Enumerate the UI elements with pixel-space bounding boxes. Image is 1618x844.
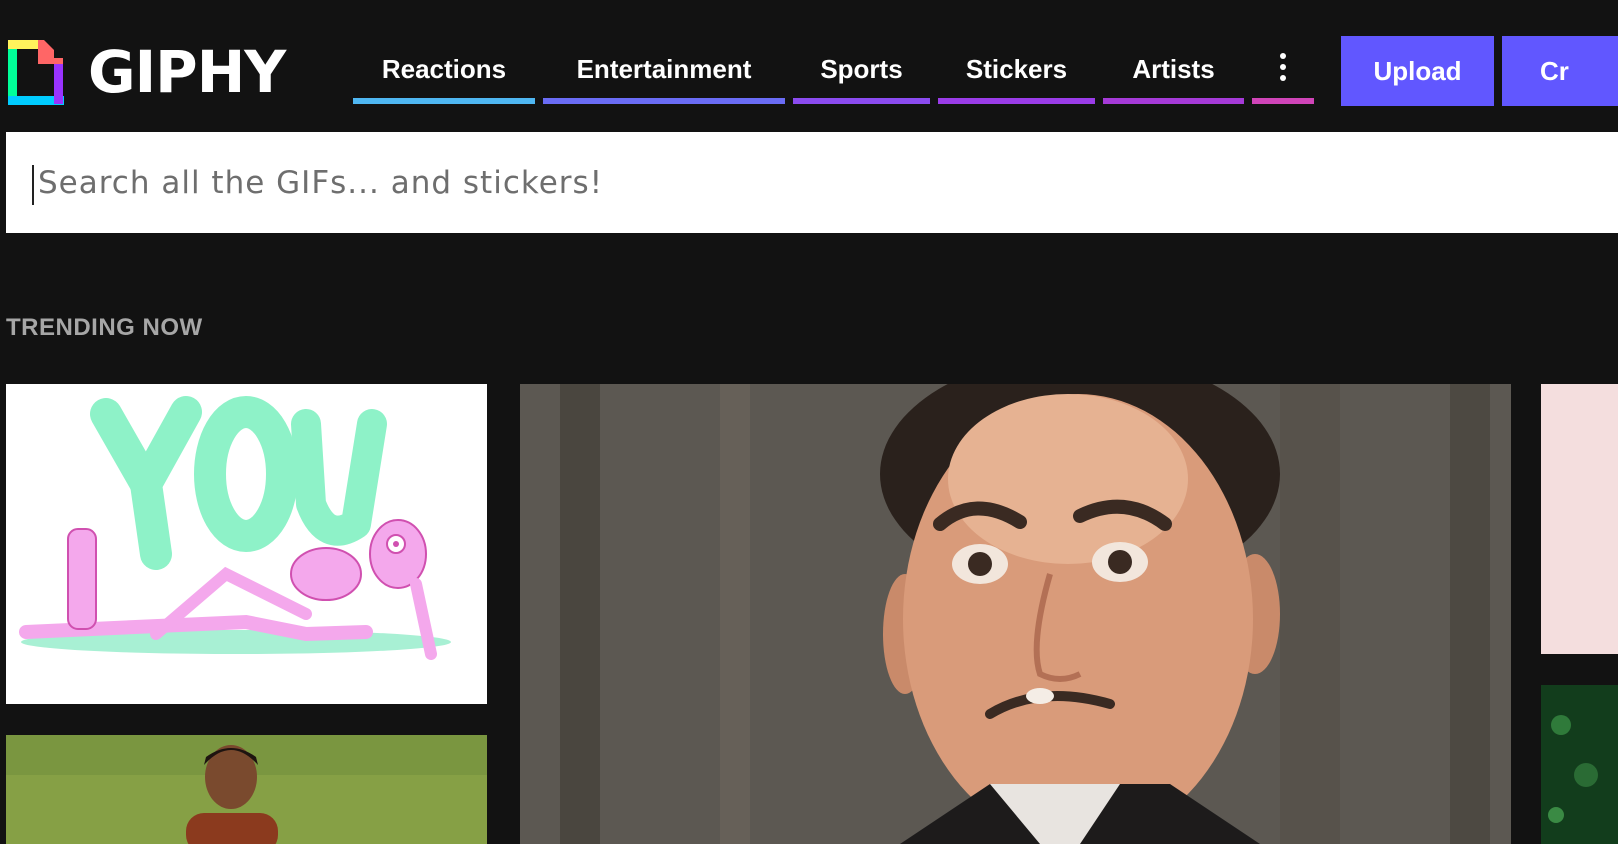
create-button[interactable]: Cr (1502, 36, 1618, 106)
gif-tile-right-partial[interactable] (1541, 384, 1618, 654)
gif-image (520, 384, 1511, 844)
nav-item-reactions[interactable]: Reactions (353, 36, 535, 106)
gif-tile-right-partial-2[interactable] (1541, 685, 1618, 844)
nav-underline (353, 98, 535, 104)
nav-underline (938, 98, 1095, 104)
nav-more-button[interactable] (1252, 36, 1314, 106)
nav-item-sports[interactable]: Sports (793, 36, 930, 106)
nav-underline (1103, 98, 1244, 104)
gif-tile-soccer-player[interactable] (6, 735, 487, 844)
nav-item-label: Entertainment (576, 53, 752, 84)
site-header: GIPHY Reactions Entertainment Sports Sti… (0, 0, 1618, 110)
upload-button[interactable]: Upload (1341, 36, 1494, 106)
nav-underline (1252, 98, 1314, 104)
gif-image (6, 384, 487, 704)
trending-section-title: TRENDING NOW (6, 314, 203, 341)
nav-underline (793, 98, 930, 104)
nav-underline (543, 98, 785, 104)
gif-tile-surprised-man[interactable] (520, 384, 1511, 844)
more-vertical-icon (1280, 53, 1286, 89)
text-cursor (32, 165, 34, 205)
create-button-label: Cr (1540, 55, 1569, 86)
nav-item-label: Sports (820, 53, 903, 84)
nav-item-label: Reactions (381, 53, 507, 84)
gif-tile-you-cartoon[interactable] (6, 384, 487, 704)
nav-item-artists[interactable]: Artists (1103, 36, 1244, 106)
nav-item-label: Artists (1132, 53, 1215, 84)
nav-item-label: Stickers (965, 53, 1068, 84)
search-input[interactable] (38, 132, 1538, 233)
gif-image (1541, 685, 1618, 844)
upload-button-label: Upload (1373, 55, 1462, 86)
nav-item-stickers[interactable]: Stickers (938, 36, 1095, 106)
search-bar[interactable] (6, 132, 1618, 233)
gif-image (6, 735, 487, 844)
nav-item-entertainment[interactable]: Entertainment (543, 36, 785, 106)
main-nav: Reactions Entertainment Sports Stickers … (0, 36, 1320, 106)
